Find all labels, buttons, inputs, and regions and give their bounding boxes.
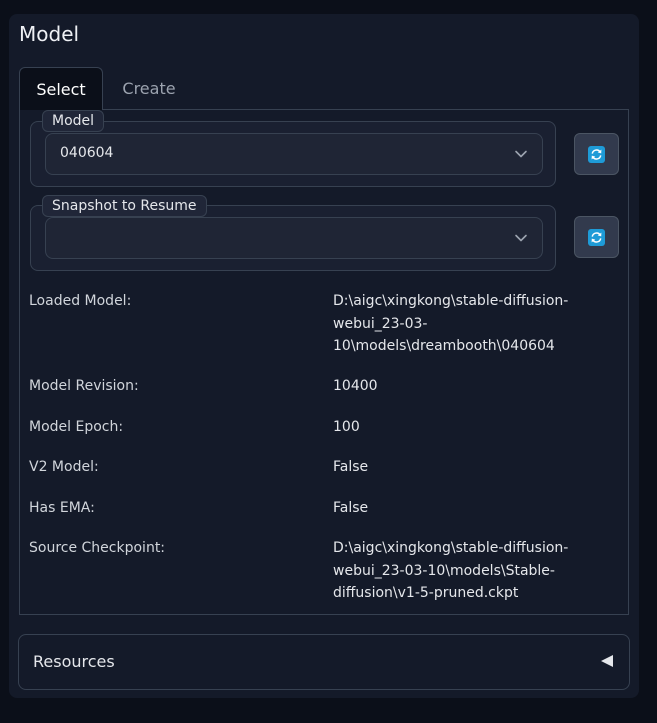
info-label: Source Checkpoint: — [29, 540, 166, 556]
tab-create[interactable]: Create — [107, 67, 191, 110]
select-tab-content: Model 040604 Snapshot to Resume Loaded M… — [19, 109, 629, 615]
info-value: 100 — [333, 419, 360, 435]
info-value: False — [333, 500, 369, 516]
snapshot-dropdown[interactable] — [45, 217, 543, 259]
resources-accordion[interactable]: Resources — [18, 634, 630, 690]
refresh-icon — [588, 145, 605, 163]
info-label: Model Epoch: — [29, 419, 124, 435]
info-value: 10400 — [333, 378, 378, 394]
chevron-down-icon — [515, 234, 527, 242]
info-value: D:\aigc\xingkong\stable-diffusion-webui_… — [333, 540, 569, 601]
info-label: Loaded Model: — [29, 293, 132, 309]
model-field-label: Model — [42, 110, 105, 132]
model-dropdown[interactable]: 040604 — [45, 133, 543, 175]
resources-label: Resources — [33, 652, 115, 671]
model-dropdown-value: 040604 — [60, 145, 114, 161]
triangle-left-icon — [601, 655, 613, 667]
panel-title: Model — [19, 22, 80, 46]
refresh-model-button[interactable] — [574, 133, 619, 175]
info-label: Has EMA: — [29, 500, 95, 516]
info-value: D:\aigc\xingkong\stable-diffusion-webui_… — [333, 293, 569, 354]
info-label: V2 Model: — [29, 459, 99, 475]
model-panel: Model Select Create Model 040604 Snapsho… — [9, 14, 639, 698]
refresh-snapshot-button[interactable] — [574, 216, 619, 258]
model-field: 040604 — [30, 121, 556, 187]
info-value: False — [333, 459, 369, 475]
chevron-down-icon — [515, 150, 527, 158]
snapshot-field-label: Snapshot to Resume — [42, 195, 207, 217]
refresh-icon — [588, 228, 605, 246]
info-label: Model Revision: — [29, 378, 139, 394]
tab-select[interactable]: Select — [19, 67, 103, 110]
